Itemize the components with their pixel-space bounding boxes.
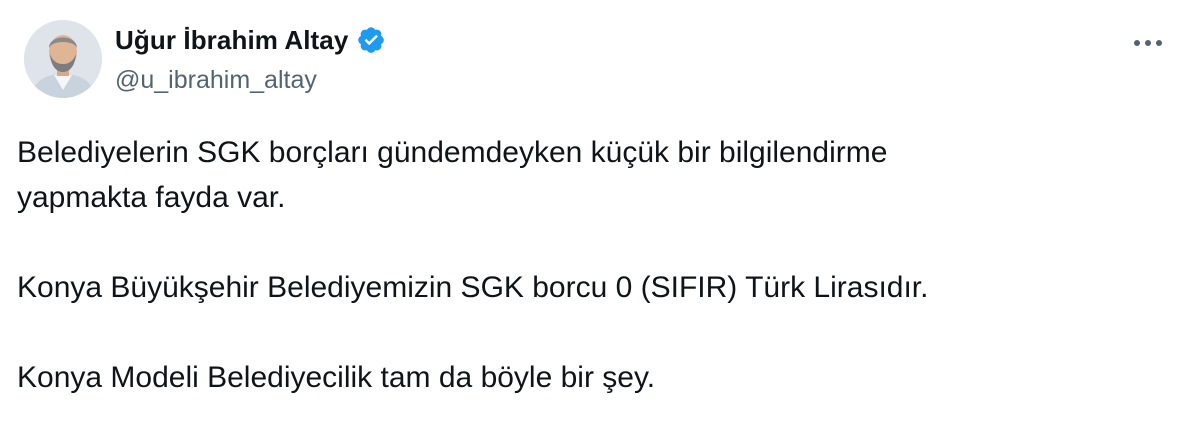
display-name[interactable]: Uğur İbrahim Altay [115,25,348,56]
more-options-icon[interactable] [1128,28,1168,58]
tweet-line: Konya Büyükşehir Belediyemizin SGK borcu… [17,271,929,304]
tweet-header: Uğur İbrahim Altay @u_ibrahim_altay [20,18,1180,102]
tweet-text: Belediyelerin SGK borçları gündemdeyken … [17,130,1180,400]
avatar[interactable] [24,20,102,98]
author-handle[interactable]: @u_ibrahim_altay [115,66,386,95]
tweet-line: yapmakta fayda var. [17,181,286,214]
tweet-line: Belediyelerin SGK borçları gündemdeyken … [17,136,888,169]
author-names: Uğur İbrahim Altay @u_ibrahim_altay [115,22,386,95]
tweet-paragraph-2: Konya Büyükşehir Belediyemizin SGK borcu… [17,265,1180,310]
avatar-image [24,20,102,98]
tweet-paragraph-1: Belediyelerin SGK borçları gündemdeyken … [17,130,1180,220]
tweet-card: Uğur İbrahim Altay @u_ibrahim_altay Bele… [0,0,1200,438]
tweet-line: Konya Modeli Belediyecilik tam da böyle … [17,361,656,394]
tweet-paragraph-3: Konya Modeli Belediyecilik tam da böyle … [17,355,1180,400]
display-name-row: Uğur İbrahim Altay [115,22,386,58]
verified-badge-icon[interactable] [356,25,386,55]
